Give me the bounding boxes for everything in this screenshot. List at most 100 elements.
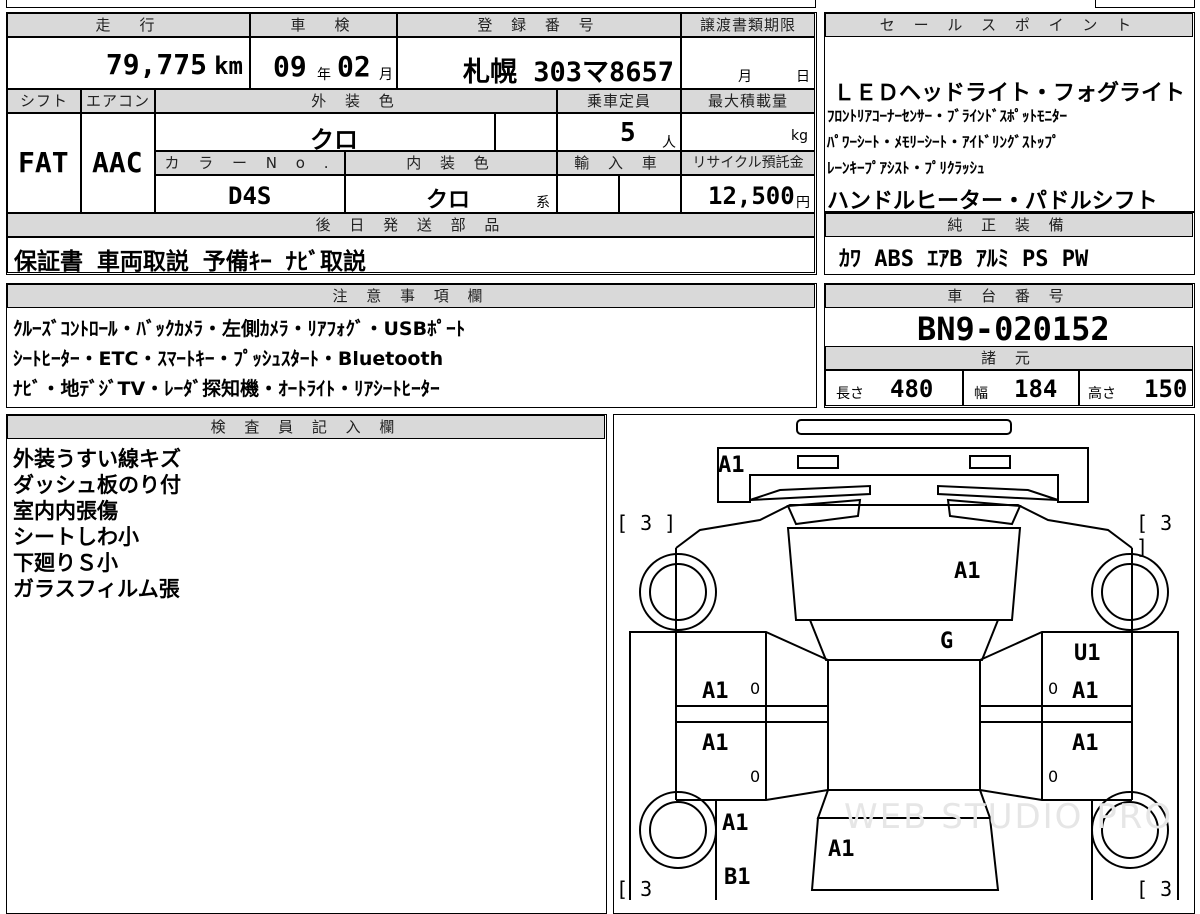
capacity-cell: 5 人 bbox=[557, 113, 681, 151]
maxload-unit: kg bbox=[791, 128, 808, 144]
mileage-unit: km bbox=[214, 52, 243, 80]
chassis-value: BN9-020152 bbox=[917, 310, 1110, 348]
length-value: 480 bbox=[890, 375, 934, 403]
transfer-month: 月 bbox=[738, 69, 752, 85]
plate-header: 登 録 番 号 bbox=[397, 13, 681, 37]
chassis-header: 車 台 番 号 bbox=[825, 284, 1193, 308]
mileage-value: 79,775 bbox=[105, 48, 207, 81]
capacity-header: 乗車定員 bbox=[557, 89, 681, 113]
notes-line-1: ｸﾙｰｽﾞｺﾝﾄﾛｰﾙ・ﾊﾞｯｸｶﾒﾗ・左側ｶﾒﾗ・ﾘｱﾌｫｸﾞ・USBﾎﾟｰﾄ bbox=[13, 318, 466, 340]
chassis-panel: 車 台 番 号 BN9-020152 諸 元 長さ 480 幅 184 高さ 1… bbox=[824, 283, 1195, 408]
zero-right-rear: 0 bbox=[1048, 767, 1059, 786]
inspection-year: 09 bbox=[273, 50, 307, 83]
import-header: 輸 入 車 bbox=[557, 151, 681, 175]
ac-header: エアコン bbox=[81, 89, 155, 113]
ac-cell: AAC bbox=[81, 113, 155, 213]
mark-right-rear-door: A1 bbox=[1072, 731, 1099, 756]
shift-cell: FAT bbox=[7, 113, 81, 213]
maxload-cell: kg bbox=[681, 113, 815, 151]
colorno-header: カ ラ ー N o . bbox=[155, 151, 345, 175]
import-cell-a bbox=[557, 175, 619, 213]
transfer-header: 譲渡書類期限 bbox=[681, 13, 815, 37]
width-label: 幅 bbox=[974, 386, 988, 402]
mark-trunk: A1 bbox=[828, 837, 855, 862]
transfer-cell: 月 日 bbox=[681, 37, 815, 89]
inspector-panel: 検 査 員 記 入 欄 外装うすい線キズ ダッシュ板のり付 室内内張傷 シートし… bbox=[6, 414, 607, 914]
interior-header: 内 装 色 bbox=[345, 151, 557, 175]
interior-suffix: 系 bbox=[536, 195, 550, 211]
height-value: 150 bbox=[1144, 375, 1188, 403]
capacity-value: 5 bbox=[620, 118, 636, 148]
mark-right-front-door: A1 bbox=[1072, 679, 1099, 704]
colorno-cell: D4S bbox=[155, 175, 345, 213]
ac-value: AAC bbox=[92, 146, 143, 179]
top-crop-strip bbox=[6, 0, 816, 8]
mark-windshield: G bbox=[940, 629, 954, 654]
height-label: 高さ bbox=[1088, 386, 1116, 402]
mark-left-quarter: A1 bbox=[722, 811, 749, 836]
zero-left-front: 0 bbox=[750, 679, 761, 698]
shift-header: シフト bbox=[7, 89, 81, 113]
inspection-year-unit: 年 bbox=[317, 67, 331, 83]
watermark: WEB STUDIO PRO bbox=[844, 797, 1174, 837]
spec-header: 諸 元 bbox=[825, 346, 1193, 370]
length-label: 長さ bbox=[836, 386, 864, 402]
maxload-header: 最大積載量 bbox=[681, 89, 815, 113]
sales-line-3: ﾊﾟﾜｰｼｰﾄ・ﾒﾓﾘｰｼｰﾄ・ｱｲﾄﾞﾘﾝｸﾞｽﾄｯﾌﾟ bbox=[827, 133, 1060, 151]
sales-line-5: ハンドルヒーター・パドルシフト bbox=[827, 189, 1158, 214]
interior-cell: クロ 系 bbox=[345, 175, 557, 213]
top-crop-strip-right bbox=[1095, 0, 1195, 8]
mark-left-rear-bumper: B1 bbox=[724, 865, 751, 890]
exterior-extra-cell bbox=[495, 113, 557, 151]
exterior-value: クロ bbox=[310, 126, 358, 154]
inspection-header: 車 検 bbox=[250, 13, 397, 37]
mileage-header: 走 行 bbox=[7, 13, 250, 37]
interior-value: クロ bbox=[426, 188, 471, 213]
recycle-value: 12,500 bbox=[708, 182, 795, 210]
inspection-cell: 09 年 02 月 bbox=[250, 37, 397, 89]
recycle-cell: 12,500 円 bbox=[681, 175, 815, 213]
sales-points-panel: セ ー ル ス ポ イ ン ト ＬＥＤヘッドライト・フォグライト ﾌﾛﾝﾄﾘｱｺ… bbox=[824, 12, 1195, 214]
exterior-header: 外 装 色 bbox=[155, 89, 557, 113]
plate-value: 札幌 303マ8657 bbox=[462, 57, 674, 88]
tire-front-left: [ 3 ] bbox=[616, 511, 677, 535]
equipment-panel: 純 正 装 備 ｶﾜ ABS ｴｱB ｱﾙﾐ PS PW bbox=[824, 212, 1195, 275]
vehicle-info-table: 走 行 車 検 登 録 番 号 譲渡書類期限 79,775 km 09 年 02… bbox=[6, 12, 817, 275]
car-diagram-panel: WEB STUDIO PRO A1 A1 G U1 A1 A1 A1 A1 A1… bbox=[613, 414, 1195, 914]
later-parts-cell: 保証書 車両取説 予備ｷｰ ﾅﾋﾞ取説 bbox=[7, 237, 815, 275]
tire-rear-right: [ 3 bbox=[1136, 877, 1173, 901]
notes-header: 注 意 事 項 欄 bbox=[7, 284, 815, 308]
width-cell: 幅 184 bbox=[963, 370, 1079, 406]
height-cell: 高さ 150 bbox=[1079, 370, 1193, 406]
mark-right-front-fender: U1 bbox=[1074, 641, 1101, 666]
width-value: 184 bbox=[1014, 375, 1058, 403]
mark-left-rear-door: A1 bbox=[702, 731, 729, 756]
sales-points-header: セ ー ル ス ポ イ ン ト bbox=[825, 13, 1193, 37]
recycle-header: リサイクル預託金 bbox=[681, 151, 815, 175]
inspector-header: 検 査 員 記 入 欄 bbox=[7, 415, 605, 439]
plate-cell: 札幌 303マ8657 bbox=[397, 37, 681, 89]
sales-line-2: ﾌﾛﾝﾄﾘｱｺｰﾅｰｾﾝｻｰ・ﾌﾞﾗｲﾝﾄﾞｽﾎﾟｯﾄﾓﾆﾀｰ bbox=[827, 107, 1068, 125]
zero-left-rear: 0 bbox=[750, 767, 761, 786]
tire-front-right: [ 3 ] bbox=[1136, 511, 1173, 559]
notes-line-3: ﾅﾋﾞ・地ﾃﾞｼﾞTV・ﾚｰﾀﾞ探知機・ｵｰﾄﾗｲﾄ・ﾘｱｼｰﾄﾋｰﾀｰ bbox=[13, 378, 440, 400]
equipment-value: ｶﾜ ABS ｴｱB ｱﾙﾐ PS PW bbox=[839, 247, 1089, 272]
equipment-header: 純 正 装 備 bbox=[825, 213, 1193, 237]
inspector-line-6: ガラスフィルム張 bbox=[13, 577, 180, 601]
inspection-month-unit: 月 bbox=[379, 67, 393, 83]
later-parts-value: 保証書 車両取説 予備ｷｰ ﾅﾋﾞ取説 bbox=[14, 249, 367, 275]
notes-line-2: ｼｰﾄﾋｰﾀｰ・ETC・ｽﾏｰﾄｷｰ・ﾌﾟｯｼｭｽﾀｰﾄ・Bluetooth bbox=[13, 348, 444, 370]
transfer-day: 日 bbox=[796, 69, 810, 85]
exterior-cell: クロ bbox=[155, 113, 495, 154]
inspection-month: 02 bbox=[337, 50, 371, 83]
mark-front-bumper: A1 bbox=[718, 453, 745, 478]
sales-line-1: ＬＥＤヘッドライト・フォグライト bbox=[833, 81, 1186, 106]
shift-value: FAT bbox=[18, 146, 69, 179]
later-parts-header: 後 日 発 送 部 品 bbox=[7, 213, 815, 237]
mark-left-front-door: A1 bbox=[702, 679, 729, 704]
length-cell: 長さ 480 bbox=[825, 370, 963, 406]
car-diagram bbox=[629, 419, 1179, 900]
notes-panel: 注 意 事 項 欄 ｸﾙｰｽﾞｺﾝﾄﾛｰﾙ・ﾊﾞｯｸｶﾒﾗ・左側ｶﾒﾗ・ﾘｱﾌｫ… bbox=[6, 283, 817, 408]
sales-line-4: ﾚｰﾝｷｰﾌﾟｱｼｽﾄ・ﾌﾟﾘｸﾗｯｼｭ bbox=[827, 159, 985, 177]
recycle-unit: 円 bbox=[796, 195, 810, 211]
